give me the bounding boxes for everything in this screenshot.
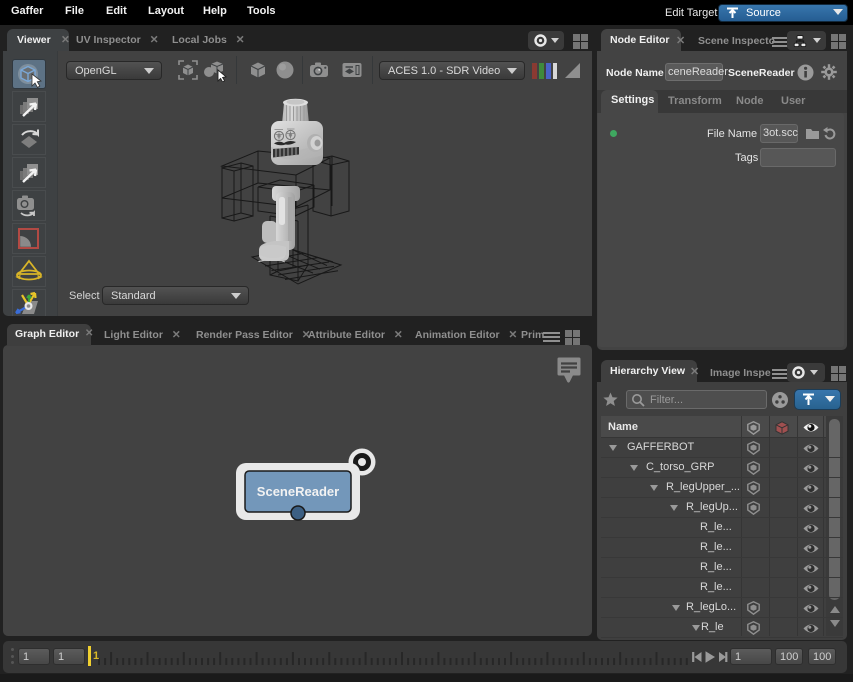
svg-text:SceneReader: SceneReader — [257, 484, 339, 499]
